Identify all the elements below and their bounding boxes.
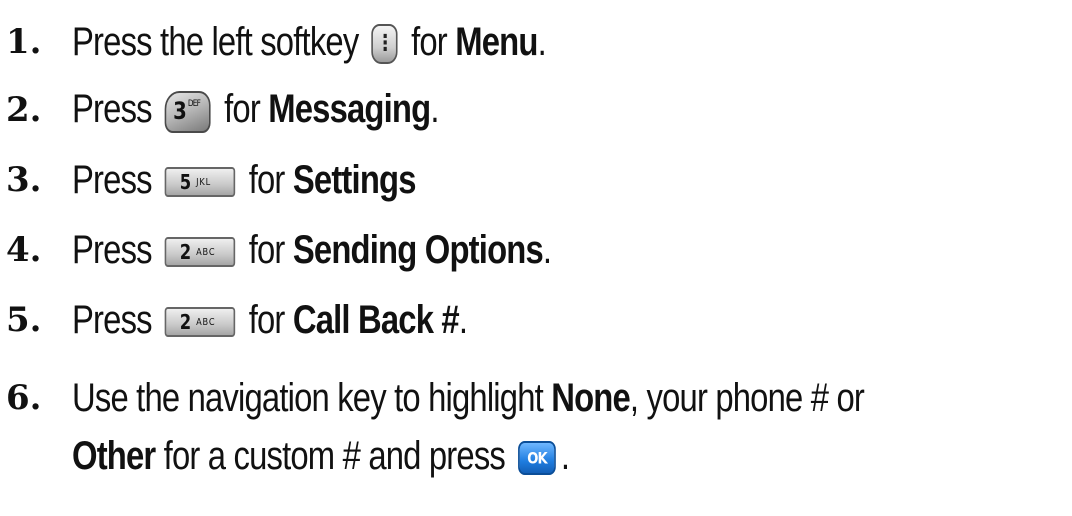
key-digit: 3: [173, 96, 187, 125]
ok-key-icon: OK: [518, 440, 556, 475]
step-text-after: .: [458, 297, 468, 342]
menu-option-label: Sending Options: [292, 227, 544, 272]
step-text-mid: for: [248, 297, 286, 342]
step-number: 4.: [6, 230, 42, 270]
step-6: 6. Use the navigation key to highlight N…: [0, 372, 1072, 424]
step-text-mid: for a custom # and press: [163, 433, 506, 478]
step-6-continued: Other for a custom # and press OK.: [0, 430, 1072, 482]
step-number: 2.: [6, 90, 42, 130]
step-5: 5. Press 2 ABC for Call Back #.: [0, 294, 1072, 346]
step-text-after: .: [560, 433, 570, 478]
menu-option-label: Menu: [455, 19, 538, 64]
step-number: 5.: [6, 300, 42, 340]
key-5-jkl-icon: 5 JKL: [164, 166, 236, 197]
key-digit: 5: [179, 169, 191, 194]
vertical-dots-icon: ⋮: [376, 30, 394, 56]
step-text-mid: for: [224, 87, 261, 132]
step-text-mid: for: [248, 157, 286, 202]
key-2-abc-icon: 2 ABC: [164, 306, 236, 337]
step-2: 2. Press 3 DEF for Messaging.: [0, 84, 1072, 136]
option-other-label: Other: [72, 433, 156, 478]
step-text-after: .: [542, 227, 552, 272]
step-number: 6.: [6, 378, 42, 418]
key-2-abc-icon: 2 ABC: [164, 236, 236, 267]
step-3: 3. Press 5 JKL for Settings: [0, 154, 1072, 206]
step-number: 3.: [6, 160, 42, 200]
key-letters: DEF: [187, 98, 201, 109]
step-text: Press 3 DEF for Messaging.: [72, 87, 439, 133]
step-number: 1.: [6, 22, 42, 62]
step-text-after: .: [430, 87, 439, 132]
step-text: Press the left softkey ⋮ for Menu.: [72, 19, 547, 65]
step-text-before: Press: [72, 227, 153, 272]
menu-option-label: Messaging: [268, 87, 431, 132]
step-4: 4. Press 2 ABC for Sending Options.: [0, 224, 1072, 276]
step-text-before: Press the left softkey: [72, 19, 359, 64]
key-3-def-icon: 3 DEF: [164, 90, 211, 133]
step-text-mid: for: [248, 227, 286, 272]
key-digit: 2: [179, 309, 191, 334]
step-text-after: , your phone # or: [629, 375, 865, 420]
menu-option-label: Call Back #: [292, 297, 460, 342]
step-text: Press 2 ABC for Sending Options.: [72, 227, 552, 273]
step-text-line-1: Use the navigation key to highlight None…: [72, 375, 865, 421]
step-text: Press 2 ABC for Call Back #.: [72, 297, 468, 343]
left-softkey-icon: ⋮: [371, 23, 398, 64]
step-text: Press 5 JKL for Settings: [72, 158, 416, 203]
step-text-before: Press: [72, 157, 153, 202]
step-text-before: Press: [72, 297, 153, 342]
key-letters: ABC: [196, 246, 216, 258]
key-digit: 2: [179, 239, 191, 264]
step-text-mid: for: [411, 19, 448, 64]
menu-option-label: Settings: [292, 157, 417, 202]
option-none-label: None: [551, 375, 631, 420]
key-letters: ABC: [196, 316, 216, 328]
step-text-after: .: [537, 19, 547, 64]
step-text-before: Use the navigation key to highlight: [72, 375, 544, 420]
instruction-document: 1. Press the left softkey ⋮ for Menu. 2.…: [0, 0, 1072, 516]
step-text-line-2: Other for a custom # and press OK.: [72, 433, 570, 479]
step-1: 1. Press the left softkey ⋮ for Menu.: [0, 16, 1072, 68]
ok-key-label: OK: [527, 448, 547, 468]
step-text-before: Press: [72, 87, 153, 132]
key-letters: JKL: [196, 176, 211, 188]
